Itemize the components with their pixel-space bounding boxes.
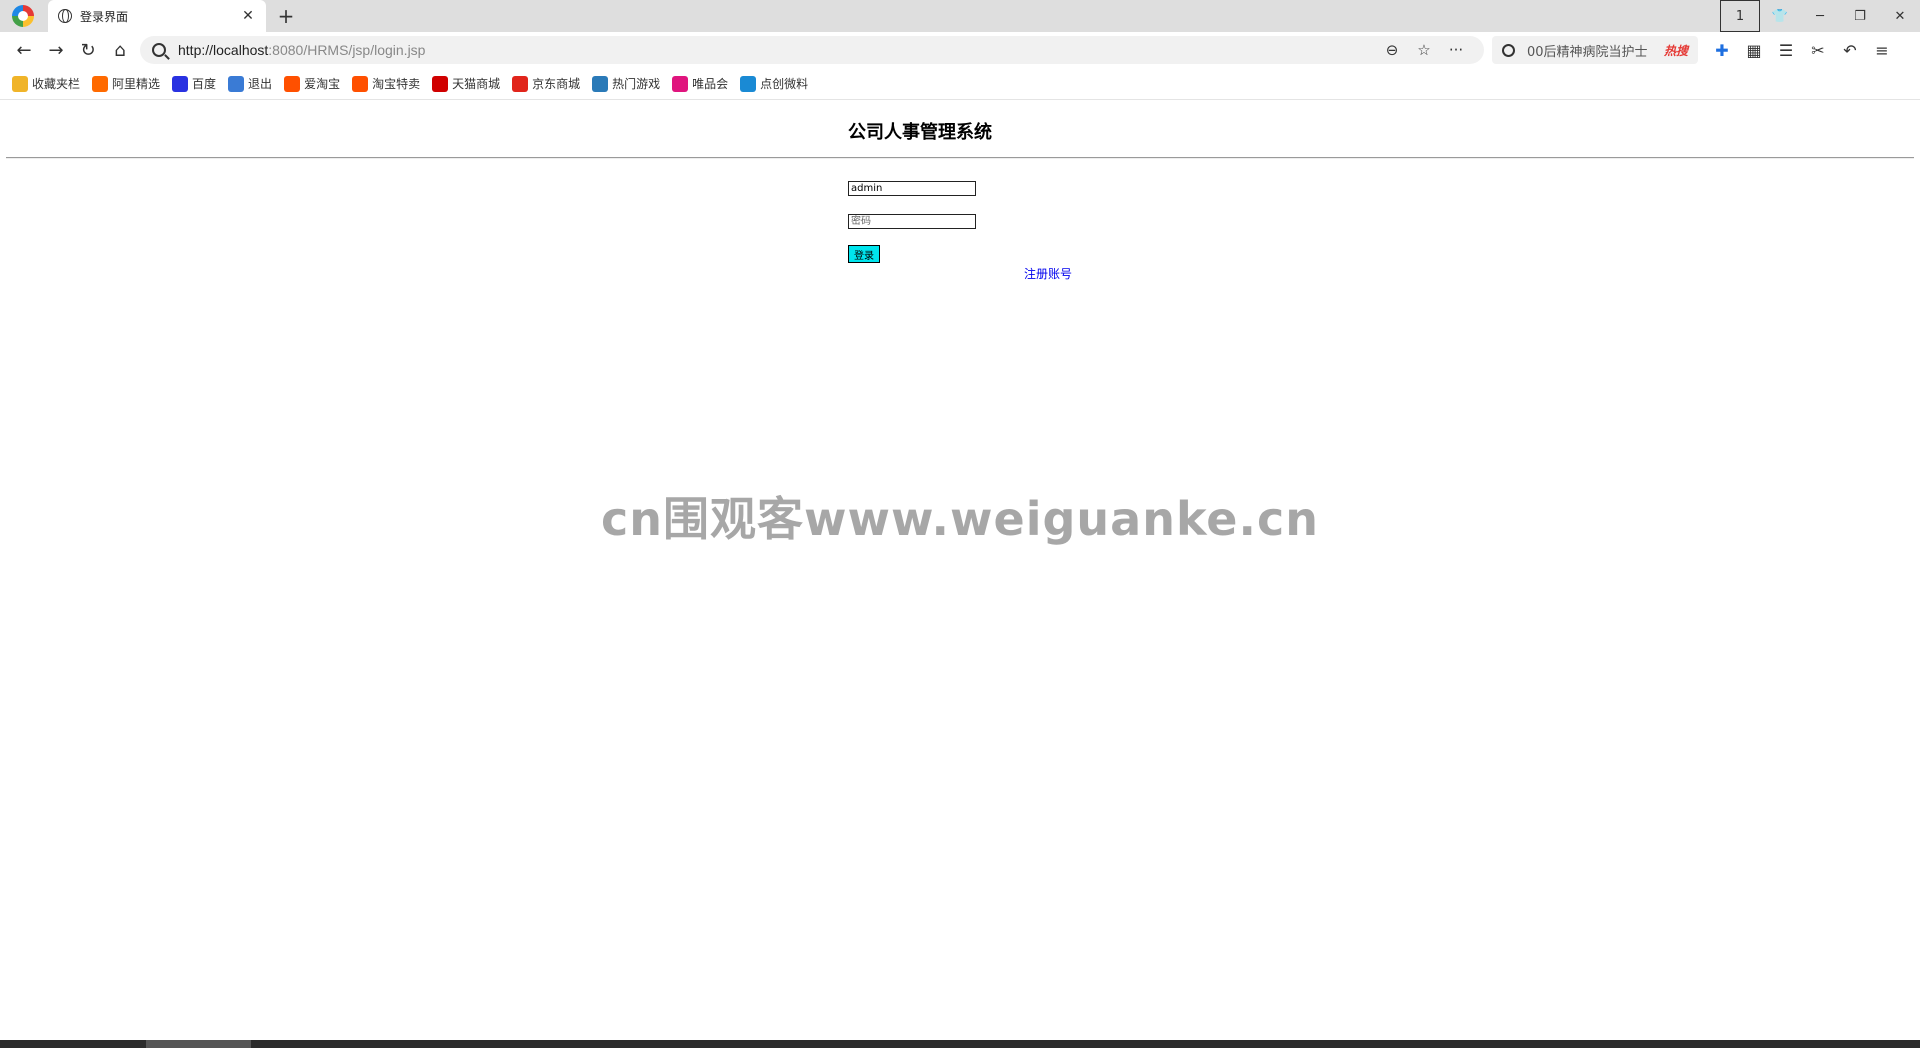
search-box[interactable]: 00后精神病院当护士 热搜 <box>1492 36 1698 64</box>
tab-count-button[interactable]: 1 <box>1720 0 1760 32</box>
bookmark-label: 天猫商城 <box>452 77 501 91</box>
hot-search-badge[interactable]: 热搜 <box>1664 42 1688 59</box>
game-icon <box>592 75 609 92</box>
close-tab-icon[interactable]: ✕ <box>240 8 256 24</box>
search-icon <box>1502 43 1515 57</box>
window-controls: 1 👕 ─ ❐ ✕ <box>1720 0 1920 32</box>
scissors-icon[interactable]: ✂ <box>1802 36 1834 64</box>
url-text[interactable]: http://localhost:8080/HRMS/jsp/login.jsp <box>178 42 1376 58</box>
bookmark-item[interactable]: 天猫商城 <box>432 75 500 92</box>
bookmark-item[interactable]: 京东商城 <box>512 75 580 92</box>
shirt-skin-icon[interactable]: 👕 <box>1760 0 1800 32</box>
vip-icon <box>672 75 689 92</box>
close-window-button[interactable]: ✕ <box>1880 0 1920 32</box>
globe-icon <box>58 9 72 23</box>
navigation-bar: ← → ↻ ⌂ http://localhost:8080/HRMS/jsp/l… <box>0 32 1920 68</box>
bookmark-label: 唯品会 <box>692 77 729 91</box>
dianchuang-icon <box>740 75 757 92</box>
taobao-icon <box>284 75 301 92</box>
bookmark-label: 收藏夹栏 <box>32 77 81 91</box>
address-bar[interactable]: http://localhost:8080/HRMS/jsp/login.jsp… <box>140 36 1484 64</box>
bookmark-item[interactable]: 阿里精选 <box>92 75 160 92</box>
forward-button[interactable]: → <box>40 34 72 66</box>
bookmark-label: 阿里精选 <box>112 77 161 91</box>
bookmark-item[interactable]: 收藏夹栏 <box>12 75 80 92</box>
folder-icon <box>12 75 28 92</box>
bookmark-label: 京东商城 <box>532 77 581 91</box>
tab-title: 登录界面 <box>80 9 129 24</box>
bookmark-item[interactable]: 百度 <box>172 75 216 92</box>
page-title: 公司人事管理系统 <box>848 122 992 143</box>
star-icon[interactable]: ☆ <box>1408 41 1440 59</box>
baidu-paw-icon <box>172 75 189 92</box>
back-button[interactable]: ← <box>8 34 40 66</box>
extension-icon[interactable]: ✚ <box>1706 36 1738 64</box>
restore-button[interactable]: ❐ <box>1840 0 1880 32</box>
alibaba-icon <box>92 75 109 92</box>
login-form: 登录 <box>848 181 976 263</box>
reload-button[interactable]: ↻ <box>72 34 104 66</box>
bookmark-item[interactable]: 淘宝特卖 <box>352 75 420 92</box>
bookmark-label: 点创微料 <box>760 77 809 91</box>
zoom-icon[interactable]: ⊖ <box>1376 41 1408 59</box>
bookmarks-bar: 收藏夹栏 阿里精选 百度 退出 爱淘宝 淘宝特卖 天猫商城 京东商城 热门游戏 唯品会 点创微料 <box>0 68 1920 100</box>
browser-logo-icon[interactable] <box>12 5 34 27</box>
taobao-icon <box>352 75 369 92</box>
bookmark-label: 热门游戏 <box>612 77 661 91</box>
minimize-button[interactable]: ─ <box>1800 0 1840 32</box>
tab-login[interactable]: 登录界面 ✕ <box>48 0 266 32</box>
username-input[interactable] <box>848 181 976 196</box>
menu-icon[interactable]: ≡ <box>1866 36 1898 64</box>
login-button[interactable]: 登录 <box>848 245 880 263</box>
home-button[interactable]: ⌂ <box>104 34 136 66</box>
apps-grid-icon[interactable]: ▦ <box>1738 36 1770 64</box>
toolbar-icons: ✚ ▦ ☰ ✂ ↶ ≡ <box>1706 36 1898 64</box>
divider <box>6 157 1914 159</box>
taskbar-active-item[interactable] <box>146 1040 251 1048</box>
search-query: 00后精神病院当护士 <box>1527 44 1648 60</box>
bookmark-item[interactable]: 唯品会 <box>672 75 728 92</box>
password-input[interactable] <box>848 214 976 229</box>
tab-strip: 登录界面 ✕ + 1 👕 ─ ❐ ✕ <box>0 0 1920 32</box>
bookmark-label: 退出 <box>248 77 273 91</box>
bookmark-label: 百度 <box>192 77 217 91</box>
bookmark-label: 淘宝特卖 <box>372 77 421 91</box>
page-content: 公司人事管理系统 登录 注册账号 cn围观客www.weiguanke.cn <box>0 101 1920 1040</box>
bookmark-label: 爱淘宝 <box>304 77 341 91</box>
search-icon <box>152 43 166 57</box>
bookmark-item[interactable]: 爱淘宝 <box>284 75 340 92</box>
bookmark-item[interactable]: 点创微料 <box>740 75 808 92</box>
feather-icon <box>228 75 245 92</box>
jd-icon <box>512 75 529 92</box>
new-tab-button[interactable]: + <box>274 4 298 28</box>
bookmark-item[interactable]: 退出 <box>228 75 272 92</box>
favorites-list-icon[interactable]: ☰ <box>1770 36 1802 64</box>
browser-chrome: 登录界面 ✕ + 1 👕 ─ ❐ ✕ ← → ↻ ⌂ http://localh… <box>0 0 1920 100</box>
watermark: cn围观客www.weiguanke.cn <box>600 492 1319 546</box>
taskbar <box>0 1040 1920 1048</box>
tmall-icon <box>432 75 449 92</box>
more-icon[interactable]: ··· <box>1440 41 1472 59</box>
undo-icon[interactable]: ↶ <box>1834 36 1866 64</box>
register-link[interactable]: 注册账号 <box>1024 265 1072 282</box>
bookmark-item[interactable]: 热门游戏 <box>592 75 660 92</box>
